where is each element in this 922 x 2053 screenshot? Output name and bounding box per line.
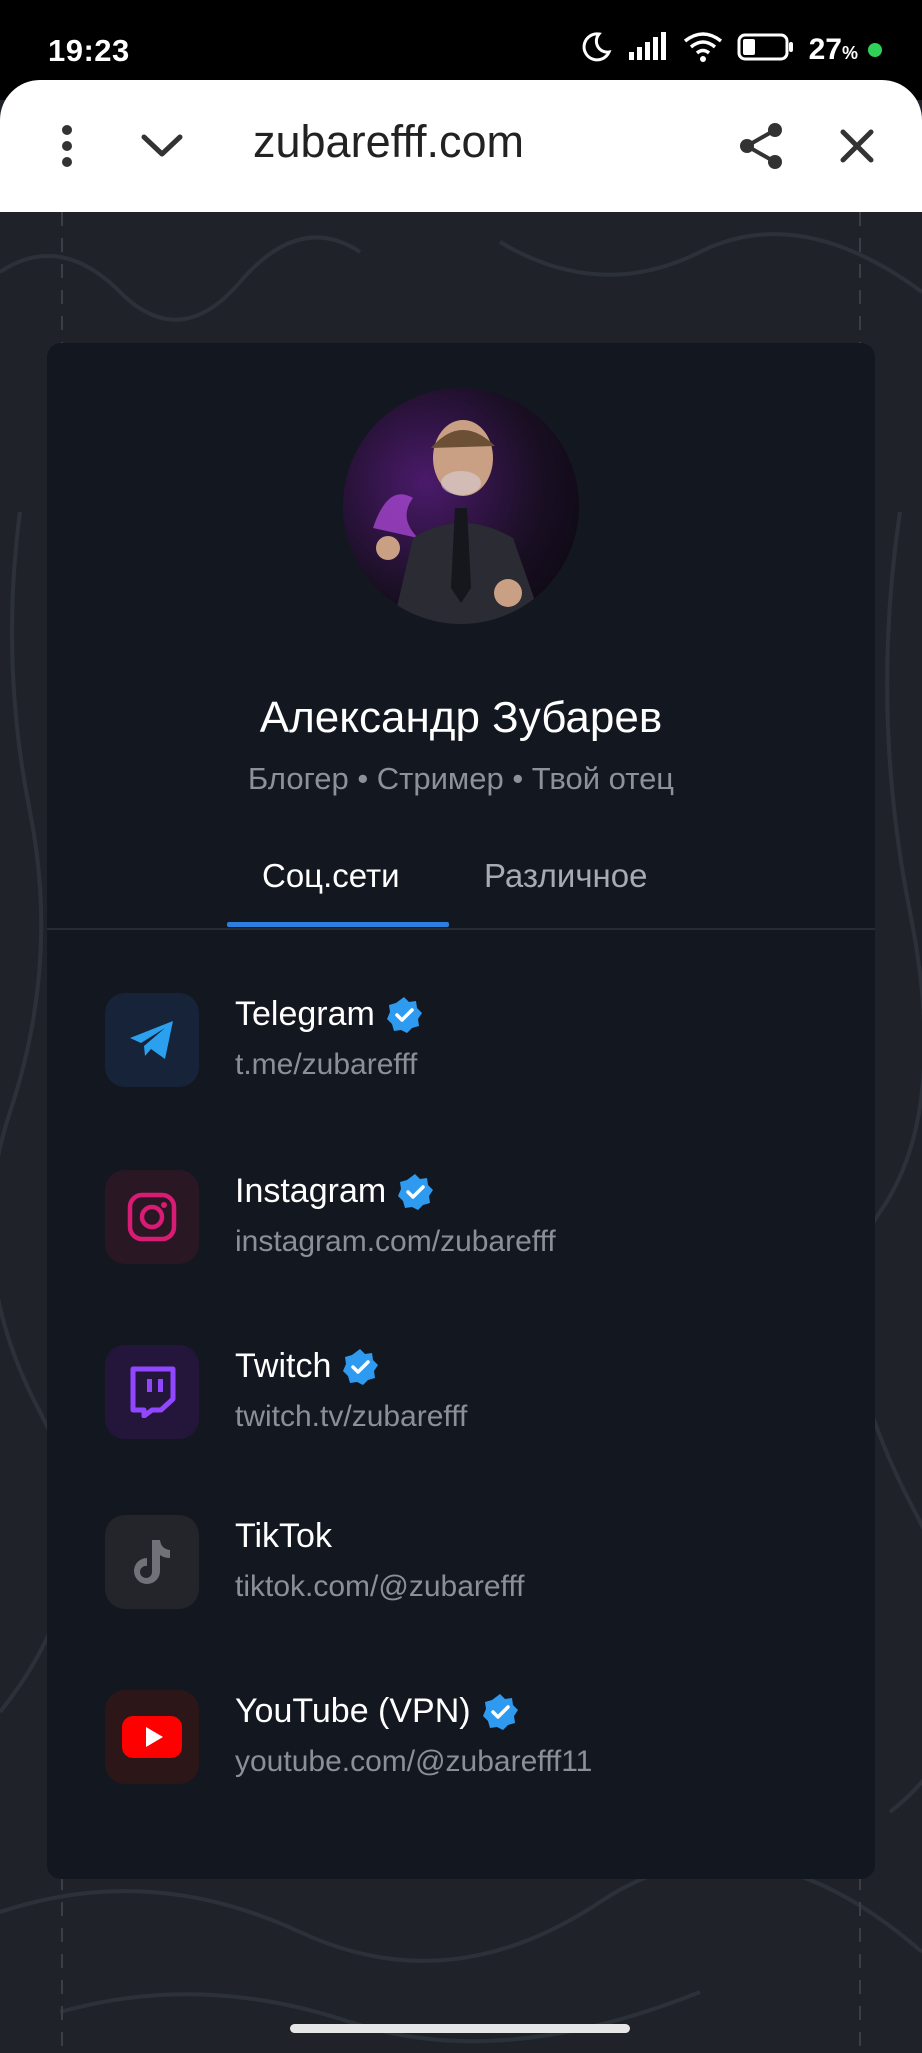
instagram-icon — [105, 1170, 199, 1264]
status-time: 19:23 — [48, 33, 130, 68]
url-bar[interactable]: zubarefff.com — [253, 116, 524, 168]
link-url: tiktok.com/@zubarefff — [235, 1570, 525, 1603]
link-item-tiktok[interactable]: TikTok tiktok.com/@zubarefff — [105, 1515, 825, 1611]
link-title-text: TikTok — [235, 1517, 332, 1555]
share-icon[interactable] — [736, 80, 786, 212]
link-title: Telegram — [235, 995, 423, 1034]
link-title: Instagram — [235, 1172, 434, 1211]
link-url: youtube.com/@zubarefff11 — [235, 1745, 593, 1778]
battery-percent: 27% — [808, 32, 858, 66]
signal-icon — [627, 32, 669, 67]
link-title: TikTok — [235, 1517, 332, 1556]
tab-misc[interactable]: Различное — [484, 857, 647, 895]
twitch-icon — [105, 1345, 199, 1439]
link-item-telegram[interactable]: Telegram t.me/zubarefff — [105, 993, 825, 1089]
link-title-text: YouTube (VPN) — [235, 1692, 471, 1730]
verified-badge-icon — [341, 1348, 379, 1386]
privacy-indicator-dot — [868, 42, 882, 57]
battery-icon — [737, 32, 795, 67]
profile-name: Александр Зубарев — [259, 693, 663, 742]
tab-social[interactable]: Соц.сети — [262, 857, 400, 895]
telegram-icon — [105, 993, 199, 1087]
link-item-youtube[interactable]: YouTube (VPN) youtube.com/@zubarefff11 — [105, 1690, 825, 1786]
verified-badge-icon — [396, 1173, 434, 1211]
home-indicator[interactable] — [290, 2024, 630, 2033]
link-url: instagram.com/zubarefff — [235, 1225, 556, 1258]
verified-badge-icon — [481, 1693, 519, 1731]
link-title-text: Twitch — [235, 1347, 332, 1385]
link-url: twitch.tv/zubarefff — [235, 1400, 468, 1433]
status-icons: 27% — [579, 30, 882, 69]
moon-icon — [579, 30, 613, 69]
close-icon[interactable] — [832, 80, 882, 212]
wifi-icon — [683, 31, 723, 68]
more-vert-icon[interactable] — [42, 80, 92, 212]
link-item-twitch[interactable]: Twitch twitch.tv/zubarefff — [105, 1345, 825, 1441]
avatar — [343, 388, 579, 624]
profile-card: Александр Зубарев Блогер • Стример • Тво… — [47, 343, 875, 1879]
tab-bar: Соц.сети Различное — [47, 843, 875, 930]
link-title: Twitch — [235, 1347, 379, 1386]
youtube-icon — [105, 1690, 199, 1784]
link-title: YouTube (VPN) — [235, 1692, 519, 1731]
chevron-down-icon[interactable] — [132, 80, 192, 212]
active-tab-indicator — [227, 922, 449, 927]
verified-badge-icon — [385, 996, 423, 1034]
link-title-text: Instagram — [235, 1172, 387, 1210]
link-url: t.me/zubarefff — [235, 1048, 418, 1081]
link-title-text: Telegram — [235, 995, 375, 1033]
browser-toolbar: zubarefff.com — [0, 80, 922, 212]
link-item-instagram[interactable]: Instagram instagram.com/zubarefff — [105, 1170, 825, 1266]
tiktok-icon — [105, 1515, 199, 1609]
profile-subtitle: Блогер • Стример • Твой отец — [247, 761, 675, 796]
